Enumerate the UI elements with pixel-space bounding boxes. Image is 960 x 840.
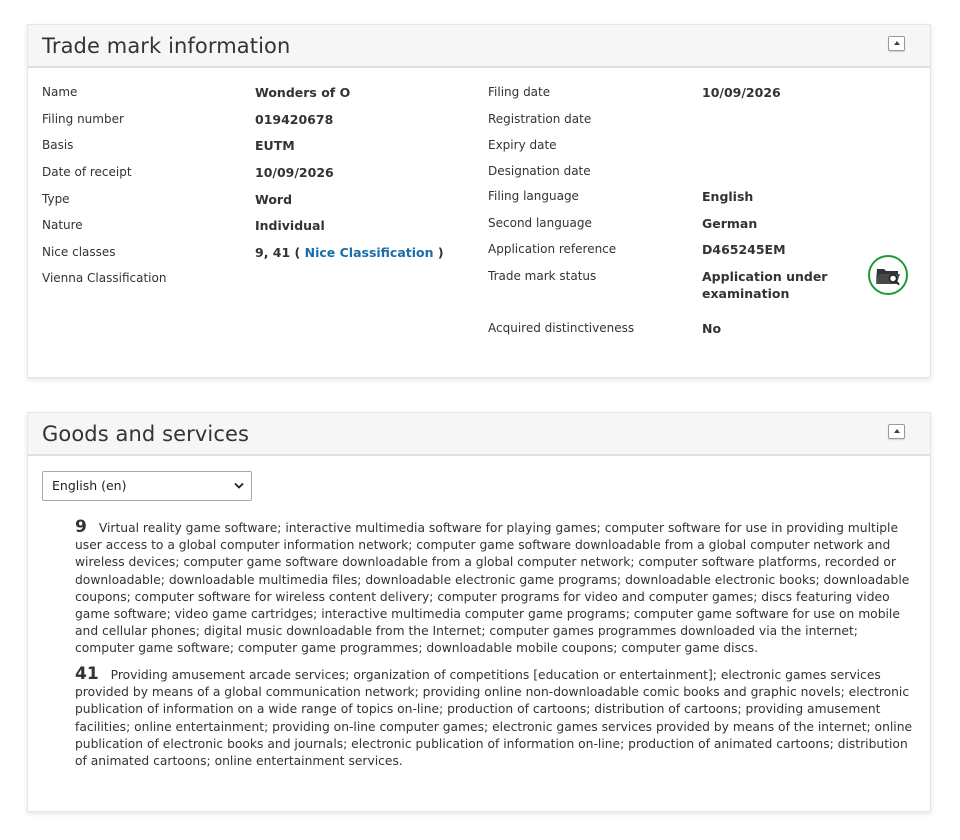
collapse-trademark-button[interactable] <box>888 36 905 51</box>
field-value: 019420678 <box>255 112 334 127</box>
field-value: 10/09/2026 <box>255 165 334 180</box>
language-select[interactable]: English (en) <box>42 471 252 501</box>
field-label: Filing number <box>42 112 124 126</box>
class-41-entry: 41 Providing amusement arcade services; o… <box>75 664 915 770</box>
field-label: Type <box>42 192 70 206</box>
field-value: German <box>702 216 758 231</box>
field-label: Vienna Classification <box>42 271 167 285</box>
field-value: Application under examination <box>702 269 828 301</box>
field-label: Designation date <box>488 164 591 178</box>
field-value: 9, 41 ( Nice Classification ) <box>255 244 444 261</box>
field-label: Acquired distinctiveness <box>488 321 635 335</box>
field-value: D465245EM <box>702 242 786 257</box>
class-number: 41 <box>75 664 99 684</box>
field-label: Basis <box>42 138 74 152</box>
field-label: Second language <box>488 216 592 230</box>
status-folder-search-icon[interactable] <box>868 255 908 295</box>
field-label: Registration date <box>488 112 592 126</box>
field-value: Individual <box>255 218 325 233</box>
collapse-goods-button[interactable] <box>888 424 905 439</box>
class-description: Providing amusement arcade services; org… <box>75 668 913 769</box>
field-value: EUTM <box>255 138 295 153</box>
goods-services-title: Goods and services <box>42 422 250 446</box>
nice-classes-numbers: 9, 41 ( <box>255 245 301 260</box>
field-label: Date of receipt <box>42 165 132 179</box>
field-label: Filing date <box>488 85 551 99</box>
field-label: Application reference <box>488 242 617 256</box>
field-label: Filing language <box>488 189 579 203</box>
field-value: 10/09/2026 <box>702 85 781 100</box>
trademark-info-title: Trade mark information <box>42 34 291 58</box>
field-value: No <box>702 321 722 336</box>
field-label: Nature <box>42 218 83 232</box>
class-number: 9 <box>75 517 87 537</box>
goods-services-header: Goods and services <box>28 413 930 456</box>
class-description: Virtual reality game software; interacti… <box>75 521 910 656</box>
field-value: Word <box>255 192 293 207</box>
class-9-entry: 9 Virtual reality game software; interact… <box>75 517 915 658</box>
field-label: Expiry date <box>488 138 557 152</box>
field-value: English <box>702 189 754 204</box>
nice-classification-link[interactable]: Nice Classification <box>305 245 434 260</box>
goods-services-panel: Goods and services English (en) 9 Virtual… <box>27 412 931 812</box>
field-value: Wonders of O <box>255 85 351 100</box>
field-label: Name <box>42 85 78 99</box>
folder-search-icon <box>876 269 900 285</box>
trademark-info-panel: Trade mark information Name Wonders of O… <box>27 24 931 378</box>
field-label: Trade mark status <box>488 269 597 283</box>
field-label: Nice classes <box>42 245 116 259</box>
nice-classes-suffix: ) <box>437 245 444 260</box>
chevron-down-icon <box>234 482 244 489</box>
trademark-info-header: Trade mark information <box>28 25 930 68</box>
language-select-value: English (en) <box>52 478 127 493</box>
